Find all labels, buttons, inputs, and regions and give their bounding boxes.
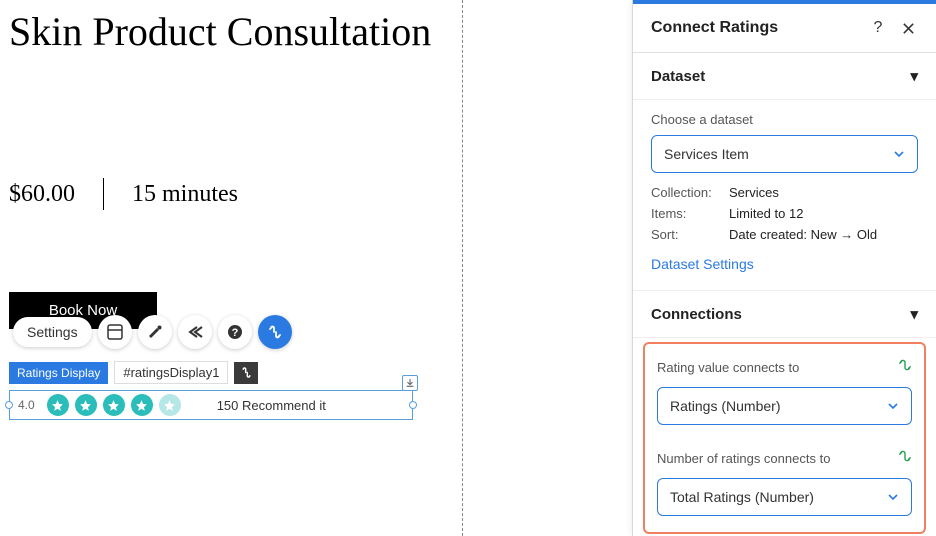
num-ratings-group: Number of ratings connects to Total Rati… bbox=[645, 441, 924, 532]
element-toolbar: Settings ? bbox=[13, 315, 611, 349]
choose-dataset-label: Choose a dataset bbox=[651, 112, 918, 127]
ratings-display-element[interactable]: 4.0 150 Recommend it bbox=[9, 390, 413, 420]
items-row: Items: Limited to 12 bbox=[651, 206, 918, 221]
star-icon bbox=[103, 394, 125, 416]
sync-icon bbox=[898, 358, 912, 377]
page-title: Skin Product Consultation bbox=[9, 6, 611, 58]
star-row bbox=[47, 394, 181, 416]
dataset-select-value: Services Item bbox=[664, 146, 749, 162]
chevron-down-icon: ▾ bbox=[910, 67, 918, 85]
sort-row: Sort: Date created: New → Old bbox=[651, 227, 918, 242]
rating-value: 4.0 bbox=[18, 398, 35, 412]
editor-canvas: Skin Product Consultation $60.00 15 minu… bbox=[0, 0, 620, 536]
rating-value-select[interactable]: Ratings (Number) bbox=[657, 387, 912, 425]
rating-count: 150 Recommend it bbox=[217, 398, 326, 413]
rating-value-label: Rating value connects to bbox=[657, 360, 799, 375]
price-row: $60.00 15 minutes bbox=[9, 178, 611, 210]
connect-panel: Connect Ratings ? Dataset ▾ Choose a dat… bbox=[632, 0, 936, 536]
panel-header: Connect Ratings ? bbox=[633, 4, 936, 53]
animation-icon[interactable] bbox=[178, 315, 212, 349]
connections-highlight: Rating value connects to Ratings (Number… bbox=[643, 342, 926, 534]
sync-icon bbox=[898, 449, 912, 468]
element-id-badge: #ratingsDisplay1 bbox=[114, 361, 228, 384]
star-icon bbox=[159, 394, 181, 416]
layout-icon[interactable] bbox=[98, 315, 132, 349]
close-icon[interactable] bbox=[898, 18, 918, 38]
num-ratings-select-value: Total Ratings (Number) bbox=[670, 489, 814, 505]
num-ratings-label: Number of ratings connects to bbox=[657, 451, 830, 466]
settings-button[interactable]: Settings bbox=[13, 317, 92, 347]
element-connect-badge[interactable] bbox=[234, 362, 258, 384]
dataset-heading: Dataset bbox=[651, 68, 705, 85]
download-icon[interactable] bbox=[402, 375, 418, 391]
connections-section-header[interactable]: Connections ▾ bbox=[633, 291, 936, 338]
collection-row: Collection: Services bbox=[651, 185, 918, 200]
chevron-down-icon bbox=[887, 400, 899, 412]
help-icon[interactable]: ? bbox=[218, 315, 252, 349]
dataset-section-body: Choose a dataset Services Item Collectio… bbox=[633, 100, 936, 291]
svg-text:?: ? bbox=[231, 327, 238, 339]
num-ratings-select[interactable]: Total Ratings (Number) bbox=[657, 478, 912, 516]
rating-value-select-value: Ratings (Number) bbox=[670, 398, 780, 414]
rating-value-group: Rating value connects to Ratings (Number… bbox=[645, 344, 924, 441]
duration-value: 15 minutes bbox=[132, 181, 238, 208]
connect-data-icon[interactable] bbox=[258, 315, 292, 349]
dataset-settings-link[interactable]: Dataset Settings bbox=[651, 256, 918, 272]
help-icon[interactable]: ? bbox=[868, 18, 888, 38]
element-type-badge: Ratings Display bbox=[9, 362, 108, 384]
dataset-select[interactable]: Services Item bbox=[651, 135, 918, 173]
element-tag-row: Ratings Display #ratingsDisplay1 bbox=[9, 361, 611, 384]
design-icon[interactable] bbox=[138, 315, 172, 349]
resize-handle-left[interactable] bbox=[5, 401, 13, 409]
chevron-down-icon bbox=[887, 491, 899, 503]
resize-handle-right[interactable] bbox=[409, 401, 417, 409]
star-icon bbox=[75, 394, 97, 416]
dataset-section-header[interactable]: Dataset ▾ bbox=[633, 53, 936, 100]
price-value: $60.00 bbox=[9, 181, 75, 208]
connections-heading: Connections bbox=[651, 306, 742, 323]
star-icon bbox=[131, 394, 153, 416]
divider bbox=[103, 178, 104, 210]
canvas-guide bbox=[462, 0, 463, 536]
chevron-down-icon bbox=[893, 148, 905, 160]
star-icon bbox=[47, 394, 69, 416]
chevron-down-icon: ▾ bbox=[910, 305, 918, 323]
panel-title: Connect Ratings bbox=[651, 19, 858, 37]
